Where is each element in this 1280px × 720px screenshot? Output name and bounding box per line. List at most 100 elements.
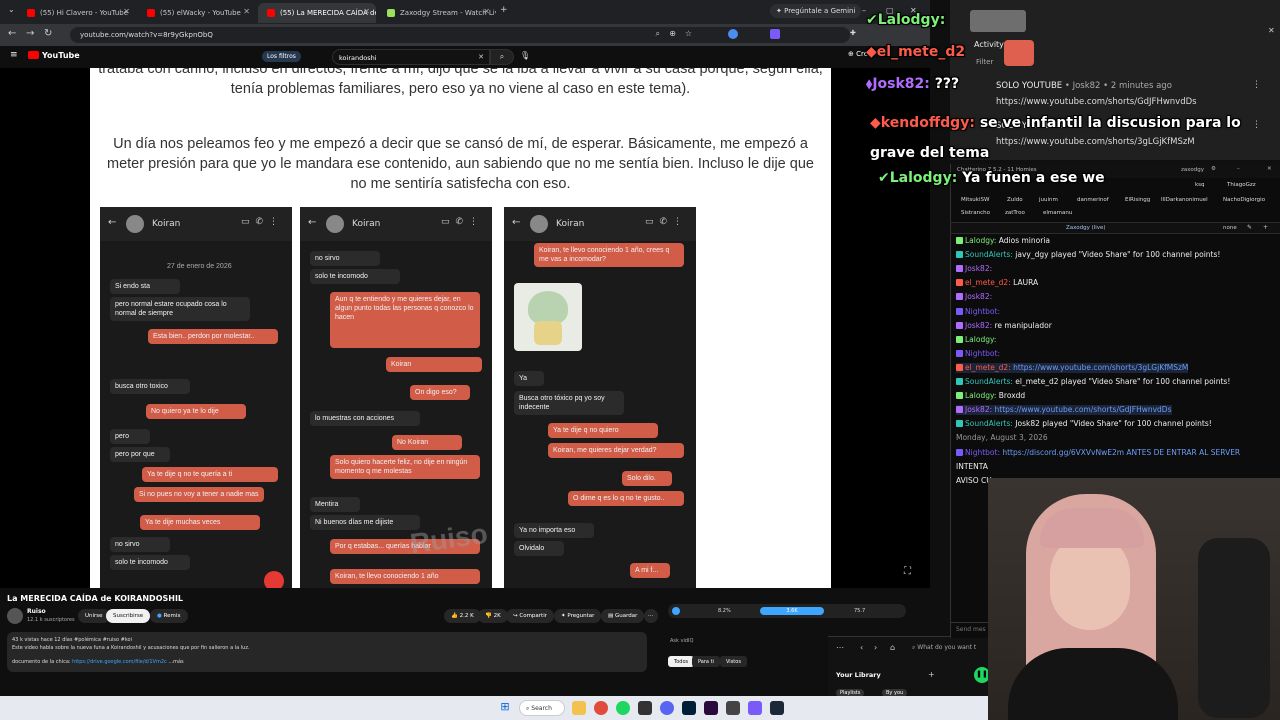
filter-label[interactable]: Filter [976,58,993,66]
app-icon[interactable] [638,701,652,715]
video-player[interactable]: trataba con cariño; incluso en directos,… [0,68,930,588]
search-button[interactable]: ⌕ [490,49,514,65]
close-tab-icon[interactable]: ✕ [123,7,130,16]
chat-tab[interactable]: danmerinof [1077,197,1109,203]
more-options-icon[interactable]: ⋮ [1252,80,1261,90]
chat-username[interactable]: Josk82: [965,292,992,301]
show-more-link[interactable]: ...más [168,659,183,665]
zoom-icon[interactable]: ⊕ [669,29,676,38]
reload-icon[interactable]: ↻ [44,28,52,39]
more-icon[interactable]: ⋯ [836,643,844,652]
chat-tab[interactable]: Sistrancho [961,210,990,216]
clear-search-icon[interactable]: ✕ [478,53,484,61]
chip-vistos[interactable]: Vistos [720,656,747,667]
close-tab-icon[interactable]: ✕ [363,7,370,16]
windows-start-icon[interactable]: ⊞ [498,700,512,714]
tab-list-icon[interactable]: ⌄ [8,5,15,14]
join-button[interactable]: Unirse [78,609,110,623]
chat-tab[interactable]: MitsukiSW [961,197,989,203]
ask-button[interactable]: ✦ Preguntar [554,609,602,623]
chat-tab[interactable]: Zuldo [1007,197,1023,203]
file-explorer-icon[interactable] [572,701,586,715]
spotify-icon[interactable] [616,701,630,715]
subscribe-button[interactable]: Suscribirse [106,609,151,623]
chat-username[interactable]: Lalodgy: [965,391,996,400]
channel-name[interactable]: Ruiso [27,608,46,615]
chrome-icon[interactable] [594,701,608,715]
tab-2[interactable]: (55) elWacky - YouTube ✕ [138,3,256,23]
premiere-icon[interactable] [704,701,718,715]
filters-button[interactable]: Los filtros [262,51,301,62]
chat-username[interactable]: Josk82: [965,405,992,414]
search-icon[interactable]: ⌕ [656,29,660,39]
close-icon[interactable]: ✕ [1268,26,1275,35]
add-split-icon[interactable]: + [1263,224,1268,231]
chat-tab[interactable]: elmamanu [1043,210,1072,216]
photoshop-icon[interactable] [682,701,696,715]
edit-icon[interactable]: ✎ [1247,224,1252,231]
chat-username[interactable]: Nightbot: [965,448,1000,457]
steam-icon[interactable] [770,701,784,715]
tab-1[interactable]: (55) Hi Clavero - YouTube ✕ [18,3,136,23]
description-box[interactable]: 43 k vistas hace 12 días #polémica #ruis… [7,632,647,672]
chat-username[interactable]: Nightbot: [965,349,1000,358]
chat-username[interactable]: Josk82: [965,321,992,330]
chat-tab[interactable]: ksq [1195,182,1205,188]
remix-button[interactable]: ● Remix [150,609,188,623]
chat-username[interactable]: Lalodgy: [965,335,996,344]
chat-tab[interactable]: zatTroo [1005,210,1025,216]
fullscreen-icon[interactable]: ⛶ [904,566,911,577]
chat-username[interactable]: Lalodgy: [965,236,996,245]
close-tab-icon[interactable]: ✕ [483,7,490,16]
tab-4[interactable]: Zaxodgy Stream - Watch Live o✕ [378,3,496,23]
tab-3[interactable]: (55) La MERECIDA CAÍDA de K ✕ [258,3,376,23]
chat-username[interactable]: SoundAlerts: [965,377,1013,386]
add-icon[interactable]: + [928,670,935,679]
youtube-logo[interactable]: YouTube [28,51,80,60]
forward-icon[interactable]: › [874,643,877,652]
bookmark-star-icon[interactable]: ☆ [685,29,692,38]
vidiq-bar[interactable]: 8.2% 3.6K 75.7 [668,604,906,618]
save-button[interactable]: ▤ Guardar [601,609,645,623]
channel-avatar[interactable] [7,608,23,624]
vidiq-ask-input[interactable]: Ask vidIQ [670,638,693,644]
share-button[interactable]: ↪ Compartir [506,609,554,623]
chip-todos[interactable]: Todos [668,656,695,667]
chat-tab[interactable]: juuinm [1039,197,1058,203]
twitch-extension-icon[interactable] [770,29,780,39]
extensions-puzzle-icon[interactable]: ✚ [850,29,856,37]
extension-icon[interactable] [728,29,738,39]
split-header[interactable]: Zaxodgy (live) none ✎ + [951,222,1280,234]
chat-username[interactable]: SoundAlerts: [965,419,1013,428]
back-icon[interactable]: ‹ [860,643,863,652]
discord-icon[interactable] [660,701,674,715]
chat-tab[interactable]: IllDarkanonimuel [1161,197,1208,203]
split-mode[interactable]: none [1223,225,1237,231]
chat-username[interactable]: Nightbot: [965,307,1000,316]
chat-username[interactable]: SoundAlerts: [965,250,1013,259]
chatterino-icon[interactable] [748,701,762,715]
doc-link[interactable]: https://drive.google.com/file/d/1Vm2c [72,659,167,665]
dislike-button[interactable]: 👎 2K [478,609,508,623]
menu-hamburger-icon[interactable]: ≡ [10,50,18,60]
chat-tab[interactable]: NachoDigiorgio [1223,197,1265,203]
obs-icon[interactable] [726,701,740,715]
home-icon[interactable]: ⌂ [890,643,895,652]
like-button[interactable]: 👍 2.2 K [444,609,481,623]
more-actions-button[interactable]: ⋯ [644,609,658,623]
chip-para-ti[interactable]: Para ti [692,656,720,667]
library-search[interactable]: ⌕ What do you want t [912,644,976,652]
chat-username[interactable]: el_mete_d2: [965,278,1011,287]
chat-username[interactable]: el_mete_d2: [965,363,1011,372]
chat-username[interactable]: Josk82: [965,264,992,273]
gemini-button[interactable]: ✦ Pregúntale a Gemini [770,4,862,18]
notification-1-url[interactable]: https://www.youtube.com/shorts/GdJFHwnvd… [996,97,1197,107]
taskbar-search[interactable]: ⌕ Search [519,700,565,716]
close-tab-icon[interactable]: ✕ [243,7,250,16]
microphone-icon[interactable]: 🎙 [520,51,530,60]
search-input[interactable]: koirandoshi ✕ [332,49,490,65]
chat-tab[interactable]: ElRisingg [1125,197,1150,203]
forward-icon[interactable]: → [26,28,34,39]
chat-tab[interactable]: ThiagoGzz [1227,182,1256,188]
back-icon[interactable]: ← [8,28,16,39]
